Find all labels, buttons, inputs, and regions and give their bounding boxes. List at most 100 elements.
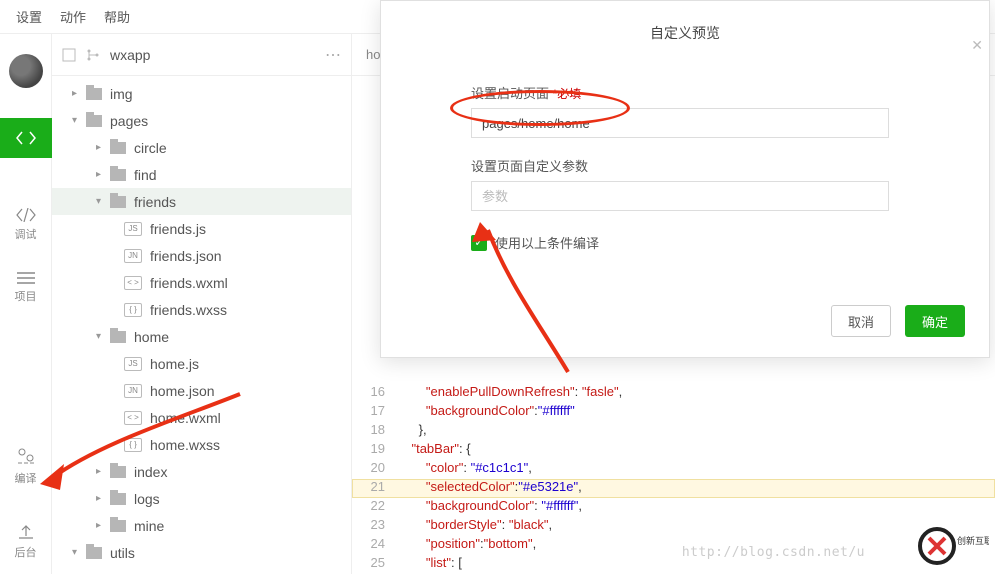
folder-icon [110, 142, 126, 154]
dialog-title: 自定义预览 [381, 1, 989, 43]
folder-mine[interactable]: ▸mine [52, 512, 351, 539]
folder-label: index [134, 464, 167, 480]
lineno: 18 [352, 422, 397, 441]
file-label: home.json [150, 383, 215, 399]
left-rail: 编辑 调试 项目 编译 后台 [0, 34, 52, 574]
folder-icon [86, 547, 102, 559]
file-label: home.wxml [150, 410, 221, 426]
rail-project[interactable]: 项目 [15, 272, 37, 304]
lineno: 19 [352, 441, 397, 460]
folder-icon [86, 88, 102, 100]
code-slash-icon [16, 208, 36, 222]
folder-label: utils [110, 545, 135, 561]
menu-lines-icon [17, 272, 35, 284]
file-home-json[interactable]: JN home.json [52, 377, 351, 404]
lineno: 21 [352, 479, 397, 498]
folder-icon [86, 115, 102, 127]
use-condition-label: 使用以上条件编译 [495, 233, 599, 252]
rail-debug[interactable]: 调试 [15, 208, 37, 242]
upload-icon [17, 524, 35, 540]
folder-icon [110, 331, 126, 343]
folder-icon [110, 520, 126, 532]
folder-find[interactable]: ▸find [52, 161, 351, 188]
folder-index[interactable]: ▸index [52, 458, 351, 485]
folder-logs[interactable]: ▸logs [52, 485, 351, 512]
menu-actions[interactable]: 动作 [60, 7, 86, 26]
confirm-button[interactable]: 确定 [905, 305, 965, 337]
file-friends-wxml[interactable]: < > friends.wxml [52, 269, 351, 296]
tree-icon[interactable] [86, 48, 100, 62]
file-label: home.js [150, 356, 199, 372]
custom-preview-dialog: ✕ 自定义预览 设置启动页面 *必填 设置页面自定义参数 ✓ 使用以上条件编译 … [380, 0, 990, 358]
folder-friends[interactable]: ▾friends [52, 188, 351, 215]
folder-icon [110, 466, 126, 478]
lineno: 20 [352, 460, 397, 479]
brand-logo: 创新互联 [917, 526, 989, 566]
wxss-file-icon: { } [124, 438, 142, 452]
json-file-icon: JN [124, 384, 142, 398]
folder-utils[interactable]: ▾utils [52, 539, 351, 566]
use-condition-checkbox[interactable]: ✓ [471, 235, 487, 251]
folder-label: pages [110, 113, 148, 129]
folder-label: find [134, 167, 157, 183]
params-label: 设置页面自定义参数 [471, 156, 889, 175]
lineno: 23 [352, 517, 397, 536]
wxml-file-icon: < > [124, 411, 142, 425]
file-friends-json[interactable]: JN friends.json [52, 242, 351, 269]
js-file-icon: JS [124, 357, 142, 371]
lineno: 17 [352, 403, 397, 422]
code-brackets-icon [16, 131, 36, 145]
folder-label: logs [134, 491, 160, 507]
menu-settings[interactable]: 设置 [16, 7, 42, 26]
file-label: friends.json [150, 248, 222, 264]
folder-label: circle [134, 140, 167, 156]
file-home-wxss[interactable]: { } home.wxss [52, 431, 351, 458]
lineno: 24 [352, 536, 397, 555]
folder-icon [110, 169, 126, 181]
file-tree: ▸img ▾pages ▸circle ▸find ▾friends JS fri… [52, 76, 351, 574]
params-input[interactable] [471, 181, 889, 211]
rail-label: 调试 [15, 226, 37, 242]
rail-label: 后台 [15, 544, 37, 560]
folder-label: home [134, 329, 169, 345]
menu-help[interactable]: 帮助 [104, 7, 130, 26]
folder-circle[interactable]: ▸circle [52, 134, 351, 161]
folder-pages[interactable]: ▾pages [52, 107, 351, 134]
start-page-input[interactable] [471, 108, 889, 138]
rail-edit[interactable]: 编辑 [0, 118, 52, 178]
file-label: friends.wxss [150, 302, 227, 318]
file-label: friends.js [150, 221, 206, 237]
lineno: 25 [352, 555, 397, 574]
rail-label: 编译 [15, 470, 37, 486]
json-file-icon: JN [124, 249, 142, 263]
file-friends-js[interactable]: JS friends.js [52, 215, 351, 242]
project-name: wxapp [110, 47, 315, 63]
tab-truncated[interactable]: ho [366, 47, 380, 62]
file-friends-wxss[interactable]: { } friends.wxss [52, 296, 351, 323]
folder-label: mine [134, 518, 164, 534]
start-page-label: 设置启动页面 *必填 [471, 83, 889, 102]
folder-icon [110, 493, 126, 505]
folder-img[interactable]: ▸img [52, 80, 351, 107]
avatar[interactable] [9, 54, 43, 88]
lineno: 22 [352, 498, 397, 517]
rail-background[interactable]: 后台 [15, 524, 37, 560]
file-label: home.wxss [150, 437, 220, 453]
cancel-button[interactable]: 取消 [831, 305, 891, 337]
svg-text:创新互联: 创新互联 [957, 535, 989, 546]
square-icon[interactable] [62, 48, 76, 62]
rail-label: 项目 [15, 288, 37, 304]
file-home-js[interactable]: JS home.js [52, 350, 351, 377]
file-panel: wxapp ⋯ ▸img ▾pages ▸circle ▸find ▾frien… [52, 34, 352, 574]
js-file-icon: JS [124, 222, 142, 236]
lineno: 16 [352, 384, 397, 403]
folder-label: img [110, 86, 133, 102]
file-label: friends.wxml [150, 275, 228, 291]
wxss-file-icon: { } [124, 303, 142, 317]
file-home-wxml[interactable]: < > home.wxml [52, 404, 351, 431]
folder-home[interactable]: ▾home [52, 323, 351, 350]
wxml-file-icon: < > [124, 276, 142, 290]
more-icon[interactable]: ⋯ [325, 45, 341, 65]
close-icon[interactable]: ✕ [971, 37, 983, 54]
rail-compile[interactable]: 编译 [15, 446, 37, 486]
